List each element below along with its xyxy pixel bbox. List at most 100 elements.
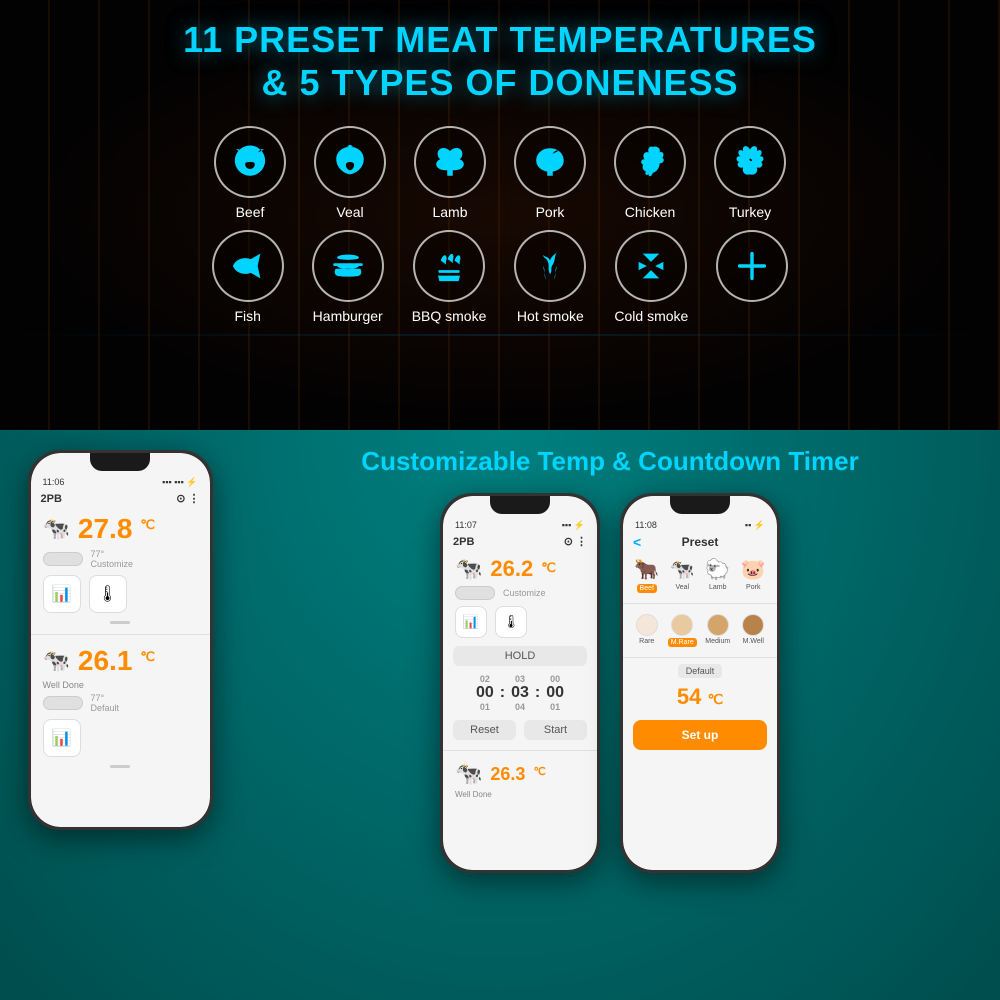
temp-val-1: 27.8	[78, 513, 133, 545]
hold-btn[interactable]: HOLD	[453, 646, 587, 666]
probe-icon-1	[43, 552, 83, 566]
phone-screen-2: 11:07 ▪▪▪ ⚡ 2PB ⊙ ⋮ 🐄 26.2 ℃	[443, 496, 597, 870]
preset-veal-icon: 🐄	[670, 557, 695, 582]
preset-pork[interactable]: 🐷 Pork	[738, 557, 770, 593]
animal-p2: 🐄	[455, 556, 482, 582]
reset-btn[interactable]: Reset	[453, 720, 516, 740]
chart-btn-2[interactable]: 📊	[43, 719, 81, 757]
beef-circle	[214, 126, 286, 198]
lamb-label: Lamb	[432, 204, 467, 220]
probe-row-1: 77° Customize	[31, 547, 210, 571]
temp-p2-btn[interactable]: 🌡	[495, 606, 527, 638]
temp2-label-p2: Well Done	[443, 789, 597, 800]
medium-label: Medium	[705, 638, 730, 645]
cold-smoke-icon	[629, 244, 673, 288]
phone-mockup-3: 11:08 ▪▪ ⚡ < Preset 🐂 Beef	[620, 493, 780, 873]
meat-item-veal: Veal	[314, 126, 386, 220]
scroll-2	[31, 761, 210, 772]
preset-header: < Preset	[623, 533, 777, 553]
hamburger-circle	[312, 230, 384, 302]
meat-item-turkey: Turkey	[714, 126, 786, 220]
chicken-label: Chicken	[625, 204, 676, 220]
title-line2: & 5 TYPES OF DONENESS	[261, 62, 738, 103]
temp-btn-1[interactable]: 🌡	[89, 575, 127, 613]
title-line1: 11 PRESET MEAT TEMPERATURES	[183, 19, 817, 60]
app-name-1: 2PB	[41, 493, 62, 505]
meat-item-beef: Beef	[214, 126, 286, 220]
pork-circle	[514, 126, 586, 198]
phone-notch-1	[90, 453, 150, 471]
phones-row: 11:07 ▪▪▪ ⚡ 2PB ⊙ ⋮ 🐄 26.2 ℃	[220, 493, 1000, 873]
preset-temp-display: 54 ℃	[623, 682, 777, 712]
hot-smoke-circle	[514, 230, 586, 302]
mrare-icon	[671, 614, 693, 636]
beef-icon	[228, 140, 272, 184]
set-label-1: Customize	[91, 559, 134, 569]
icon-btns-1: 📊 🌡	[31, 571, 210, 617]
probe-row-p2: Customize	[443, 584, 597, 602]
preset-lamb[interactable]: 🐑 Lamb	[702, 557, 734, 593]
probe-set-1: 77° Customize	[91, 549, 134, 569]
status-bar-1: 11:06 ▪▪▪ ▪▪▪ ⚡	[31, 475, 210, 490]
meat-item-bbq: BBQ smoke	[412, 230, 487, 324]
preset-pork-label: Pork	[746, 584, 760, 591]
temp-unit-2: ℃	[140, 649, 155, 665]
preset-title: Preset	[682, 535, 719, 549]
unit-p2: ℃	[541, 560, 556, 576]
temp-val-2: 26.1	[78, 645, 133, 677]
preset-lamb-icon: 🐑	[705, 557, 730, 582]
header-icons-1: ⊙ ⋮	[176, 492, 199, 505]
header-icons-2: ⊙ ⋮	[564, 535, 587, 548]
back-btn[interactable]: <	[633, 534, 641, 550]
timer-h-col: 02 00 01	[476, 674, 494, 712]
timer-m-bot: 04	[515, 702, 525, 712]
doneness-medium[interactable]: Medium	[702, 614, 734, 647]
main-title: 11 PRESET MEAT TEMPERATURES & 5 TYPES OF…	[0, 18, 1000, 104]
rare-icon	[636, 614, 658, 636]
doneness-rare[interactable]: Rare	[631, 614, 663, 647]
time-2: 11:07	[455, 520, 477, 531]
probe-row-2: 77° Default	[31, 691, 210, 715]
divider-p2	[443, 750, 597, 751]
setup-btn[interactable]: Set up	[633, 720, 767, 750]
animal-2: 🐄	[43, 648, 70, 674]
scroll-dot-2	[110, 765, 130, 768]
temp-unit-1: ℃	[140, 517, 155, 533]
set-temp-2: 77°	[91, 693, 120, 703]
time-1: 11:06	[43, 477, 65, 488]
phone-header-2: 2PB ⊙ ⋮	[443, 533, 597, 552]
chart-btn-1[interactable]: 📊	[43, 575, 81, 613]
rare-label: Rare	[639, 638, 654, 645]
timer-m-top: 03	[515, 674, 525, 684]
start-btn[interactable]: Start	[524, 720, 587, 740]
preset-veal[interactable]: 🐄 Veal	[667, 557, 699, 593]
doneness-mwell[interactable]: M.Well	[738, 614, 770, 647]
top-content: 11 PRESET MEAT TEMPERATURES & 5 TYPES OF…	[0, 0, 1000, 324]
timer-row: 02 00 01 : 03 03 04 :	[443, 670, 597, 716]
preset-pork-icon: 🐷	[741, 557, 766, 582]
veal-icon	[328, 140, 372, 184]
meat-item-cold-smoke: Cold smoke	[614, 230, 688, 324]
meat-item-hot-smoke: Hot smoke	[514, 230, 586, 324]
pork-icon	[528, 140, 572, 184]
signal-icons-1: ▪▪▪ ▪▪▪ ⚡	[162, 477, 197, 488]
phone-notch-3	[670, 496, 730, 514]
pork-label: Pork	[536, 204, 565, 220]
preset-beef[interactable]: 🐂 Beef	[631, 557, 663, 593]
phone-notch-2	[490, 496, 550, 514]
doneness-mrare[interactable]: M.Rare	[667, 614, 699, 647]
veal-circle	[314, 126, 386, 198]
status-bar-3: 11:08 ▪▪ ⚡	[623, 518, 777, 533]
veal-label: Veal	[336, 204, 363, 220]
mrare-label: M.Rare	[668, 638, 697, 647]
meat-item-custom	[716, 230, 788, 324]
bbq-icon	[427, 244, 471, 288]
divider-preset	[623, 603, 777, 604]
chart-p2[interactable]: 📊	[455, 606, 487, 638]
status-bar-2: 11:07 ▪▪▪ ⚡	[443, 518, 597, 533]
mwell-label: M.Well	[743, 638, 764, 645]
colon1: :	[500, 684, 505, 702]
timer-s-top: 00	[550, 674, 560, 684]
unit-p2-2: ℃	[533, 765, 545, 778]
icon-btns-2: 📊	[31, 715, 210, 761]
